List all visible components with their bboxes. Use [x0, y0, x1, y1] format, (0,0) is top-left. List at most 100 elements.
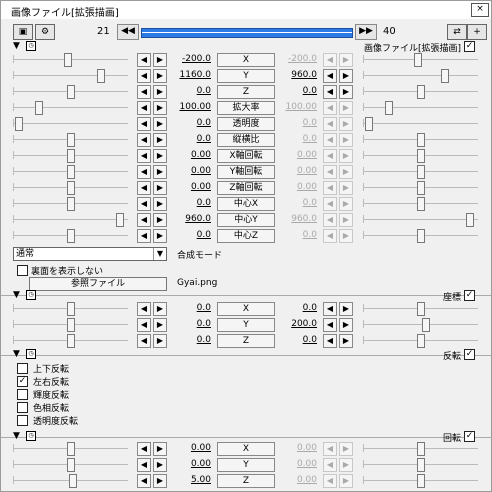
- increment-button[interactable]: ▶: [339, 117, 353, 131]
- start-slider[interactable]: [13, 181, 128, 195]
- close-button[interactable]: ×: [471, 3, 489, 17]
- end-value[interactable]: 0.0: [275, 303, 317, 313]
- decrement-button[interactable]: ◀: [323, 165, 337, 179]
- decrement-button[interactable]: ◀: [137, 117, 151, 131]
- start-value[interactable]: 0.0: [169, 198, 211, 208]
- param-label-button[interactable]: Y: [217, 69, 275, 83]
- decrement-button[interactable]: ◀: [323, 181, 337, 195]
- increment-button[interactable]: ▶: [339, 101, 353, 115]
- slider-thumb[interactable]: [417, 165, 425, 179]
- decrement-button[interactable]: ◀: [137, 149, 151, 163]
- flip-checkbox[interactable]: [17, 415, 28, 426]
- end-value[interactable]: -200.0: [275, 54, 317, 64]
- decrement-button[interactable]: ◀: [137, 474, 151, 488]
- param-label-button[interactable]: 中心X: [217, 197, 275, 211]
- decrement-button[interactable]: ◀: [137, 181, 151, 195]
- slider-thumb[interactable]: [67, 133, 75, 147]
- end-slider[interactable]: [363, 334, 478, 348]
- decrement-button[interactable]: ◀: [137, 85, 151, 99]
- slider-thumb[interactable]: [417, 85, 425, 99]
- decrement-button[interactable]: ◀: [137, 229, 151, 243]
- param-label-button[interactable]: 透明度: [217, 117, 275, 131]
- end-value[interactable]: 960.0: [275, 70, 317, 80]
- increment-button[interactable]: ▶: [153, 53, 167, 67]
- end-slider[interactable]: [363, 229, 478, 243]
- slider-thumb[interactable]: [417, 442, 425, 456]
- decrement-button[interactable]: ◀: [137, 165, 151, 179]
- start-value[interactable]: 0.0: [169, 134, 211, 144]
- slider-thumb[interactable]: [15, 117, 24, 131]
- param-label-button[interactable]: X: [217, 302, 275, 316]
- increment-button[interactable]: ▶: [339, 458, 353, 472]
- end-value[interactable]: 0.00: [275, 182, 317, 192]
- end-slider[interactable]: [363, 474, 478, 488]
- start-slider[interactable]: [13, 302, 128, 316]
- start-slider[interactable]: [13, 474, 128, 488]
- flip-checkbox[interactable]: [17, 389, 28, 400]
- section-enable-checkbox[interactable]: ✓: [464, 41, 475, 52]
- slider-thumb[interactable]: [63, 53, 72, 67]
- end-slider[interactable]: [363, 69, 478, 83]
- increment-button[interactable]: ▶: [153, 442, 167, 456]
- slider-thumb[interactable]: [417, 458, 425, 472]
- param-label-button[interactable]: X: [217, 442, 275, 456]
- increment-button[interactable]: ▶: [339, 133, 353, 147]
- start-value[interactable]: 0.0: [169, 335, 211, 345]
- slider-thumb[interactable]: [67, 149, 75, 163]
- increment-button[interactable]: ▶: [153, 474, 167, 488]
- param-label-button[interactable]: Z軸回転: [217, 181, 275, 195]
- end-slider[interactable]: [363, 442, 478, 456]
- end-slider[interactable]: [363, 101, 478, 115]
- start-slider[interactable]: [13, 133, 128, 147]
- slider-thumb[interactable]: [417, 133, 425, 147]
- slider-thumb[interactable]: [67, 318, 75, 332]
- timeline-bar[interactable]: [141, 28, 353, 38]
- settings-icon[interactable]: ⚙: [35, 24, 55, 40]
- decrement-button[interactable]: ◀: [323, 197, 337, 211]
- slider-thumb[interactable]: [417, 229, 425, 243]
- end-slider[interactable]: [363, 181, 478, 195]
- decrement-button[interactable]: ◀: [137, 101, 151, 115]
- increment-button[interactable]: ▶: [339, 181, 353, 195]
- collapse-toggle[interactable]: ▼: [13, 349, 20, 359]
- end-slider[interactable]: [363, 197, 478, 211]
- slider-thumb[interactable]: [417, 197, 425, 211]
- blend-mode-select[interactable]: 通常 ▼: [13, 247, 167, 261]
- start-slider[interactable]: [13, 334, 128, 348]
- collapse-toggle[interactable]: ▼: [13, 431, 20, 441]
- increment-button[interactable]: ▶: [153, 334, 167, 348]
- increment-button[interactable]: ▶: [339, 229, 353, 243]
- decrement-button[interactable]: ◀: [323, 133, 337, 147]
- start-value[interactable]: 0.0: [169, 118, 211, 128]
- slider-thumb[interactable]: [34, 101, 43, 115]
- swap-icon[interactable]: ⇄: [447, 24, 467, 40]
- increment-button[interactable]: ▶: [153, 133, 167, 147]
- increment-button[interactable]: ▶: [339, 302, 353, 316]
- camera-icon[interactable]: ▣: [13, 24, 33, 40]
- decrement-button[interactable]: ◀: [137, 302, 151, 316]
- increment-button[interactable]: ▶: [153, 69, 167, 83]
- increment-button[interactable]: ▶: [153, 197, 167, 211]
- decrement-button[interactable]: ◀: [323, 69, 337, 83]
- end-slider[interactable]: [363, 213, 478, 227]
- increment-button[interactable]: ▶: [153, 318, 167, 332]
- start-value[interactable]: 960.0: [169, 214, 211, 224]
- increment-button[interactable]: ▶: [153, 458, 167, 472]
- decrement-button[interactable]: ◀: [323, 229, 337, 243]
- end-value[interactable]: 100.00: [275, 102, 318, 112]
- increment-button[interactable]: ▶: [339, 318, 353, 332]
- slider-thumb[interactable]: [417, 334, 425, 348]
- increment-button[interactable]: ▶: [153, 229, 167, 243]
- end-slider[interactable]: [363, 133, 478, 147]
- start-slider[interactable]: [13, 197, 128, 211]
- end-value[interactable]: 0.00: [275, 475, 317, 485]
- decrement-button[interactable]: ◀: [323, 302, 337, 316]
- param-label-button[interactable]: Y: [217, 458, 275, 472]
- slider-thumb[interactable]: [384, 101, 393, 115]
- start-value[interactable]: 0.0: [169, 303, 211, 313]
- end-value[interactable]: 0.0: [275, 118, 317, 128]
- decrement-button[interactable]: ◀: [323, 442, 337, 456]
- end-slider[interactable]: [363, 302, 478, 316]
- backface-checkbox[interactable]: [17, 265, 28, 276]
- end-value[interactable]: 0.0: [275, 198, 317, 208]
